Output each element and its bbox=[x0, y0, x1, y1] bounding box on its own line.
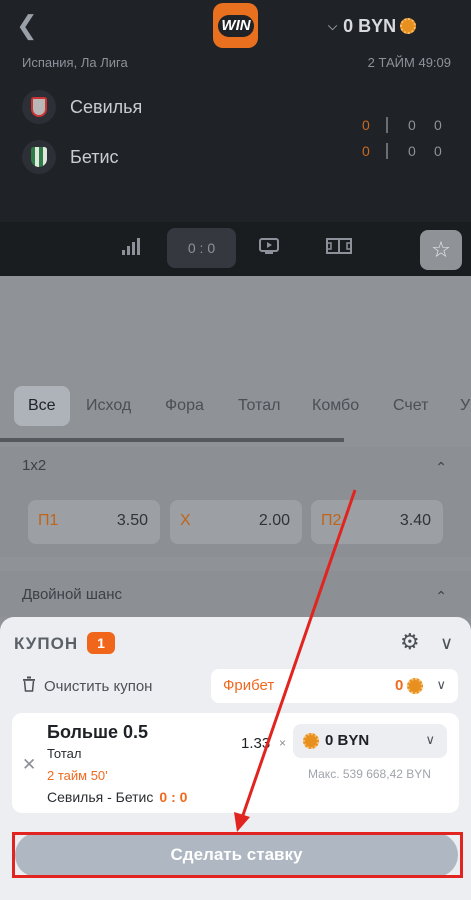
score-cell: 0 bbox=[408, 143, 416, 159]
freebet-select[interactable]: Фрибет 0 ∨ bbox=[211, 669, 458, 703]
highlight-box bbox=[12, 832, 463, 878]
stake-amount: 0 BYN bbox=[325, 732, 370, 749]
sevilla-crest-icon bbox=[22, 90, 56, 124]
tab-score[interactable]: 0 : 0 bbox=[167, 228, 236, 268]
betis-crest-icon bbox=[22, 140, 56, 174]
trash-icon bbox=[22, 676, 36, 697]
coupon-count-badge: 1 bbox=[87, 632, 115, 654]
chevron-down-icon: ∨ bbox=[425, 732, 435, 747]
gear-icon[interactable]: ⚙ bbox=[400, 630, 420, 654]
balance-value: 0 BYN bbox=[343, 15, 397, 36]
bet-match-score: 0 : 0 bbox=[159, 789, 188, 805]
chevron-left-icon[interactable]: ❮ bbox=[16, 12, 40, 38]
chevron-up-icon[interactable]: ⌃ bbox=[435, 588, 447, 605]
bet-match-teams: Севилья - Бетис bbox=[47, 789, 154, 805]
tab-handicap[interactable]: Фора bbox=[165, 386, 204, 426]
team-away-name: Бетис bbox=[70, 146, 119, 167]
stake-value: 0 BYN bbox=[303, 732, 369, 749]
field-icon[interactable] bbox=[325, 236, 353, 260]
bet-match: Севилья - Бетис 0 : 0 bbox=[47, 789, 187, 805]
section-1x2-title: 1x2 bbox=[22, 457, 47, 474]
team-away: Бетис bbox=[22, 139, 119, 175]
bet-coupon: КУПОН 1 ⚙ ∨ Очистить купон Фрибет 0 ∨ ✕ … bbox=[0, 617, 471, 900]
league-name: Испания, Ла Лига bbox=[22, 55, 128, 70]
score-column-2: 0 0 bbox=[408, 112, 416, 164]
odd-label: Х bbox=[180, 512, 191, 529]
coin-icon bbox=[303, 732, 319, 749]
freebet-label: Фрибет bbox=[223, 677, 275, 694]
score-cell: 0 bbox=[434, 117, 442, 133]
clear-coupon-label: Очистить купон bbox=[44, 677, 153, 695]
score-column-3: 0 0 bbox=[434, 112, 442, 164]
close-icon[interactable]: ✕ bbox=[22, 755, 36, 775]
tab-total[interactable]: Тотал bbox=[238, 386, 280, 426]
odd-x[interactable]: Х 2.00 bbox=[170, 500, 302, 544]
match-header: ❮ WIN ⌵ 0 BYN Испания, Ла Лига 2 ТАЙМ 49… bbox=[0, 0, 471, 276]
score-cell: 0 bbox=[362, 143, 370, 159]
odd-value: 3.50 bbox=[116, 512, 148, 529]
odd-p1[interactable]: П1 3.50 bbox=[28, 500, 160, 544]
divider bbox=[386, 143, 388, 159]
tab-more[interactable]: У bbox=[460, 386, 470, 426]
chevron-down-icon: ⌵ bbox=[328, 18, 338, 33]
team-home-name: Севилья bbox=[70, 96, 143, 117]
section-double-chance-title: Двойной шанс bbox=[22, 586, 123, 603]
multiply-sign: × bbox=[279, 736, 287, 750]
bet-card: ✕ Больше 0.5 Тотал 2 тайм 50' Севилья - … bbox=[12, 713, 459, 813]
bet-time: 2 тайм 50' bbox=[47, 768, 108, 783]
clear-coupon-button[interactable]: Очистить купон bbox=[22, 674, 152, 698]
bet-title: Больше 0.5 bbox=[47, 722, 149, 742]
coupon-title: КУПОН bbox=[14, 634, 79, 653]
divider bbox=[386, 117, 388, 133]
odd-label: П2 bbox=[321, 512, 342, 529]
bet-type: Тотал bbox=[47, 746, 82, 761]
view-tabs: 0 : 0 ☆ bbox=[0, 222, 471, 276]
odd-label: П1 bbox=[38, 512, 59, 529]
score-column-1: 0 0 bbox=[362, 112, 370, 164]
tab-score-market[interactable]: Счет bbox=[393, 386, 428, 426]
chevron-up-icon[interactable]: ⌃ bbox=[435, 459, 447, 476]
team-home: Севилья bbox=[22, 89, 142, 125]
coin-icon bbox=[407, 677, 424, 694]
max-stake: Макс. 539 668,42 BYN bbox=[308, 767, 431, 781]
freebet-value: 0 bbox=[395, 677, 424, 694]
stats-icon[interactable] bbox=[121, 236, 143, 260]
logo-text: WIN bbox=[218, 15, 254, 37]
favorite-button[interactable]: ☆ bbox=[420, 230, 462, 270]
odd-value: 3.40 bbox=[399, 512, 431, 529]
stake-input[interactable]: 0 BYN ∨ bbox=[293, 724, 447, 758]
tab-combo[interactable]: Комбо bbox=[312, 386, 359, 426]
score-cell: 0 bbox=[362, 117, 370, 133]
tab-all[interactable]: Все bbox=[14, 386, 70, 426]
odd-p2[interactable]: П2 3.40 bbox=[311, 500, 443, 544]
tabs-scroll-indicator bbox=[0, 438, 344, 442]
balance-selector[interactable]: ⌵ 0 BYN bbox=[328, 14, 417, 38]
odd-value: 2.00 bbox=[258, 512, 290, 529]
score-cell: 0 bbox=[408, 117, 416, 133]
chevron-down-icon: ∨ bbox=[436, 677, 446, 692]
score-cell: 0 bbox=[434, 143, 442, 159]
coin-icon bbox=[400, 18, 417, 34]
video-icon[interactable] bbox=[258, 236, 280, 260]
top-bar: ❮ WIN ⌵ 0 BYN bbox=[0, 0, 471, 52]
freebet-amount: 0 bbox=[395, 677, 404, 694]
market-tabs: Все Исход Фора Тотал Комбо Счет У bbox=[0, 378, 471, 438]
chevron-down-icon[interactable]: ∨ bbox=[440, 631, 453, 655]
app-logo: WIN bbox=[213, 3, 258, 48]
match-period: 2 ТАЙМ 49:09 bbox=[367, 55, 451, 70]
star-icon: ☆ bbox=[431, 237, 451, 262]
bet-odd: 1.33 bbox=[241, 735, 271, 752]
tab-outcome[interactable]: Исход bbox=[86, 386, 131, 426]
